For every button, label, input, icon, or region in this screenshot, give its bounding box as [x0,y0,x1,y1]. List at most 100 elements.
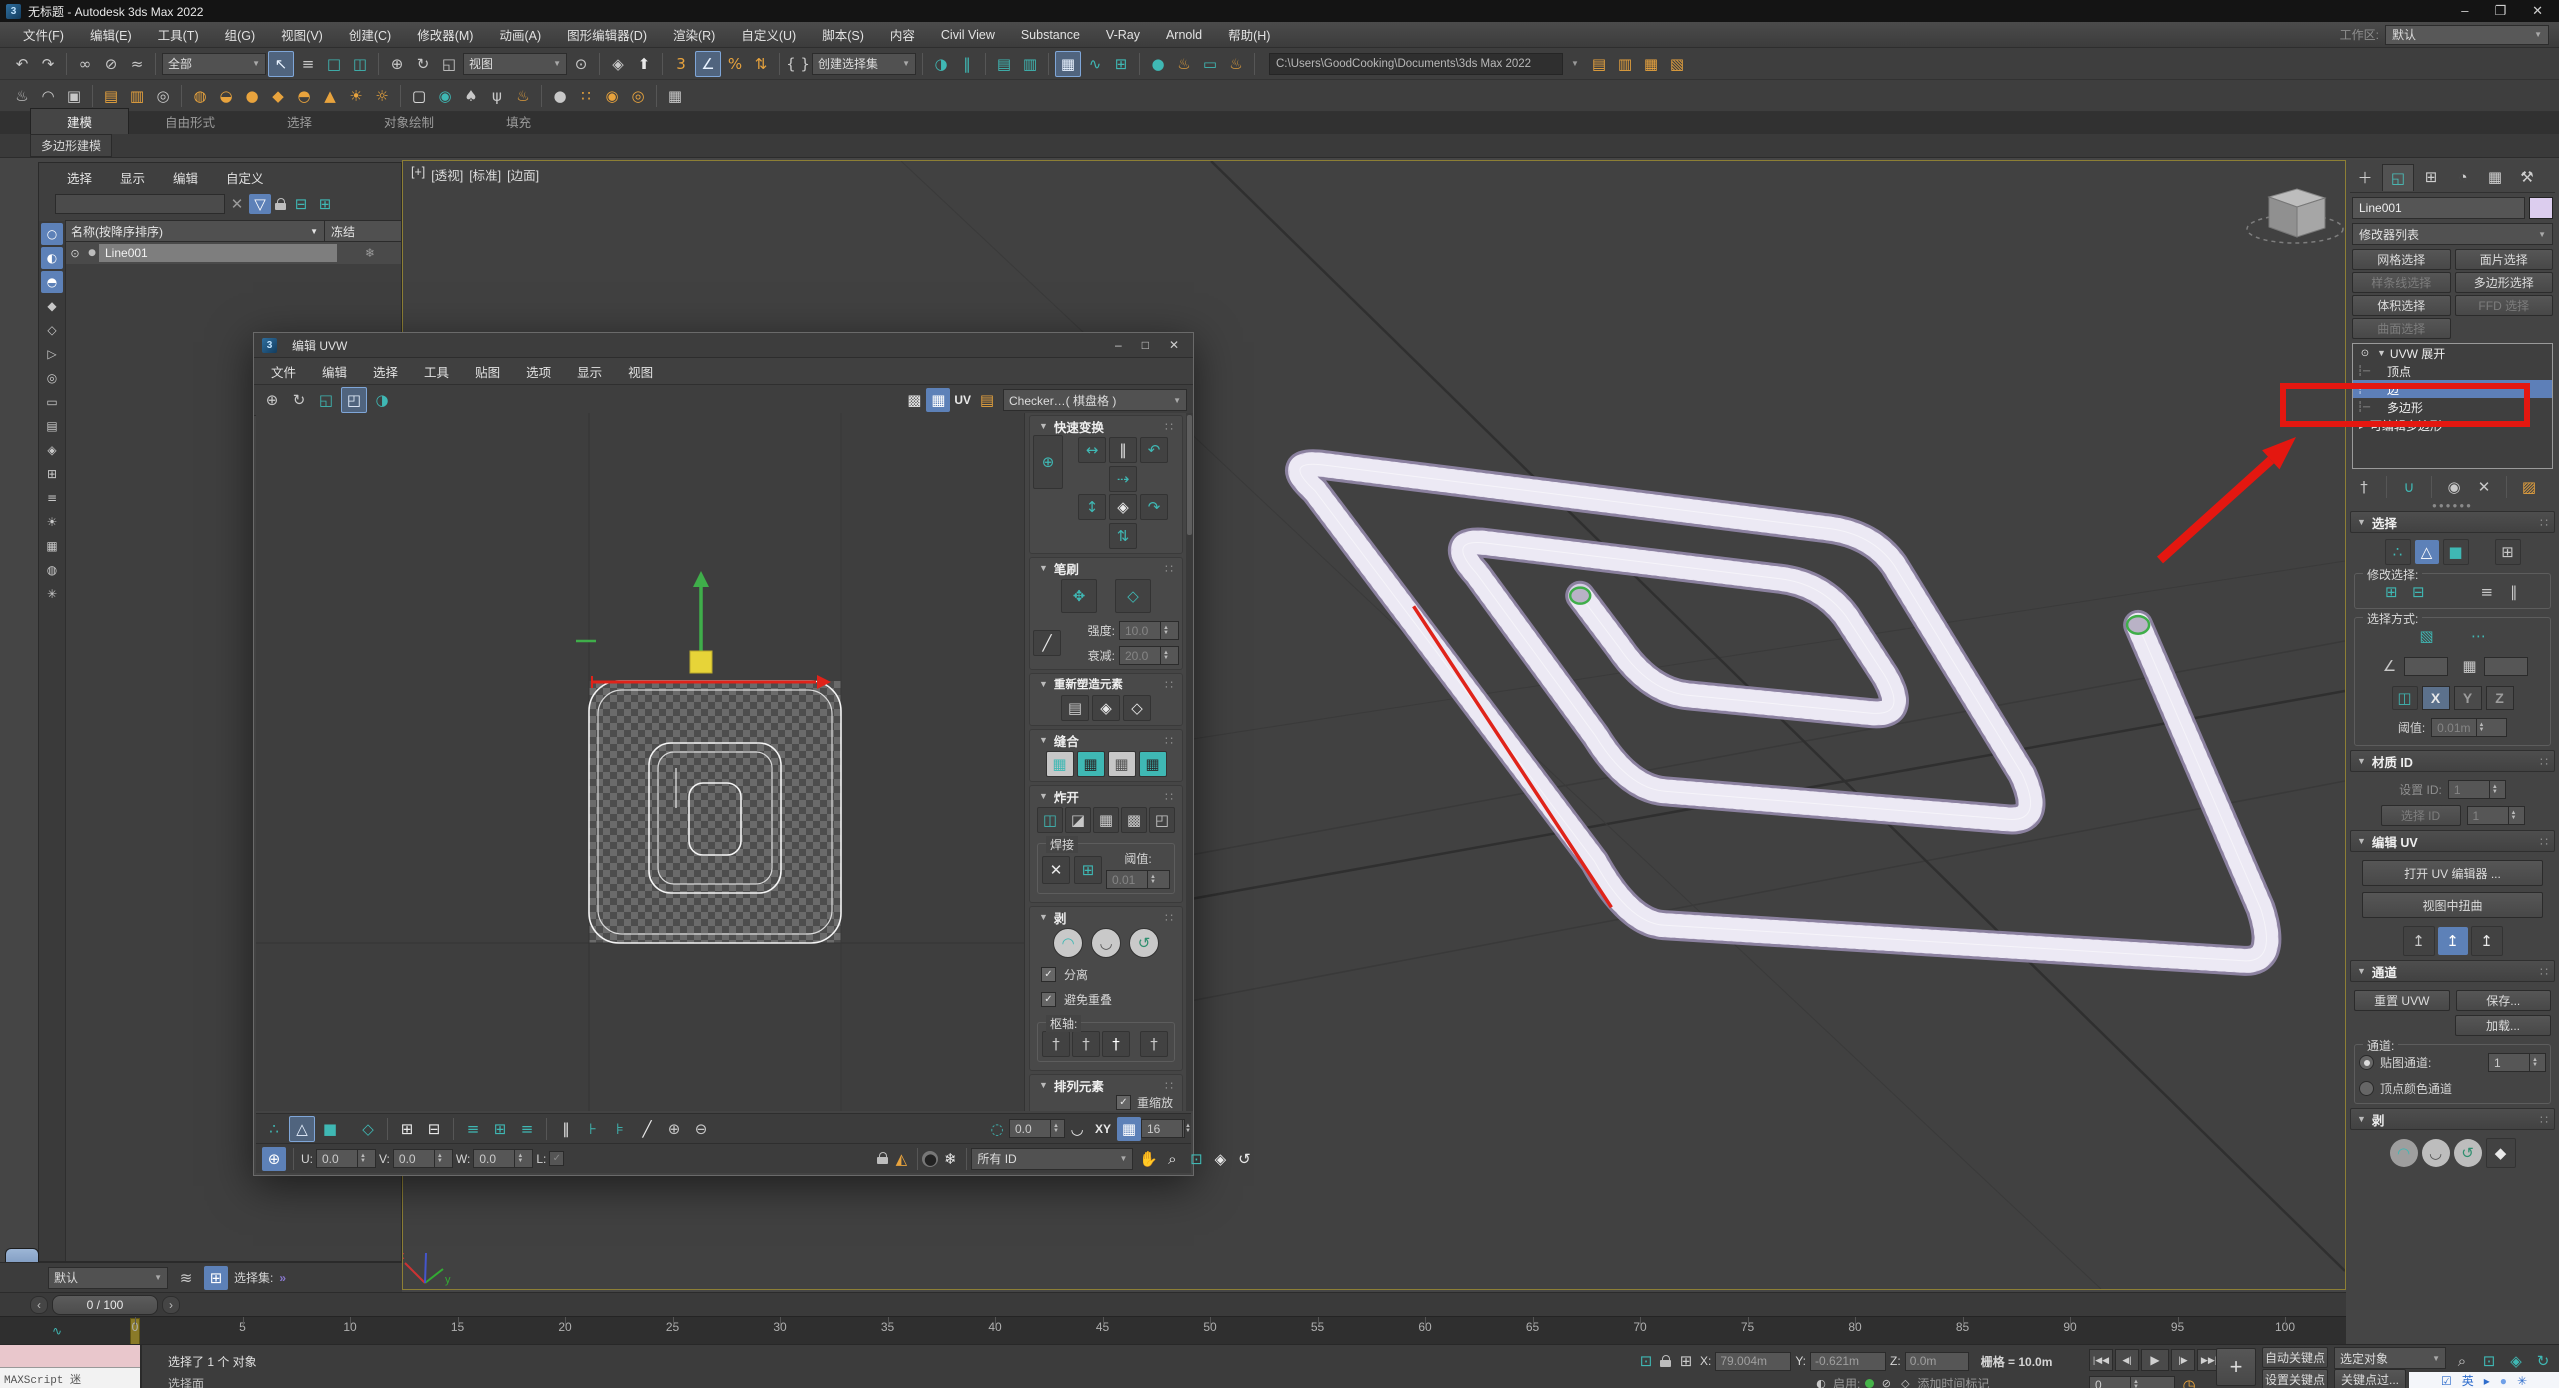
spinner-snap-icon[interactable]: ⇅ [749,52,773,76]
teapot-helper-icon[interactable]: ♨ [10,84,34,108]
select-and-move-icon[interactable]: ⊕ [385,52,409,76]
u-spinner[interactable]: 0.0 ▲ ▼ [316,1149,376,1168]
rendered-frame-window-icon[interactable]: ▭ [1198,52,1222,76]
orange-ball-icon[interactable]: ◉ [600,84,624,108]
section-explode[interactable]: ▼ 炸开 ∷ [1033,787,1179,805]
space-horizontal-icon[interactable]: ⇢ [1109,466,1137,492]
soft-selection-spinner[interactable]: 0.0 ▲ ▼ [1008,1119,1065,1138]
key-filters-button[interactable]: 关键点过... [2334,1369,2406,1388]
reference-coordinate-dropdown[interactable]: 视图 ▼ [463,52,567,75]
dialog-maximize-icon[interactable]: □ [1142,338,1149,352]
weld-all-icon[interactable]: ⊞ [1074,855,1102,884]
dialog-menu-item[interactable]: 工具 [411,362,462,381]
dialog-close-icon[interactable]: ✕ [1169,338,1179,352]
frame-spinner[interactable]: 0 ▲ ▼ [2089,1375,2175,1388]
filter-selected-faces-icon[interactable]: ◭ [889,1147,913,1171]
prev-frame-arrow[interactable]: ‹ [30,1295,48,1314]
rollout-channel[interactable]: ▼ 通道 ∷ [2350,960,2555,982]
menu-item[interactable]: 渲染(R) [660,25,728,44]
prev-key-icon[interactable]: ◀| [2115,1349,2139,1371]
absolute-offset-icon[interactable]: ⊞ [1676,1351,1696,1371]
display-xrefs-icon[interactable]: ▤ [41,415,63,437]
time-slider[interactable]: 0 / 100 [52,1294,158,1315]
quick-transform-icon[interactable]: ↥ [2470,926,2503,956]
sphere-light-icon[interactable]: ● [240,84,264,108]
ribbon-tab-填充[interactable]: 填充 [470,109,567,134]
axis-x-button[interactable]: X [2421,686,2450,710]
rollout-edit-uv[interactable]: ▼ 编辑 UV ∷ [2350,830,2555,852]
flatten-by-smoothing-icon[interactable]: ▦ [1093,807,1119,833]
dialog-menu-item[interactable]: 文件 [258,362,309,381]
zoom-all-icon[interactable]: ⊡ [2477,1349,2501,1373]
paint-select-plus-icon[interactable]: ⊦ [581,1117,605,1141]
menu-item[interactable]: 图形编辑器(D) [554,25,660,44]
track-bar[interactable]: ∿ 0 5 10 15 20 25 30 35 40 45 50 55 60 65 70 75 80 85 90 95… [0,1316,2346,1345]
restore-button[interactable]: ❐ [2494,3,2506,19]
ime-checkbox-icon[interactable]: ☑ [2441,1374,2452,1388]
rollout-material-id[interactable]: ▼ 材质 ID ∷ [2350,750,2555,772]
tab-display-icon[interactable]: ▦ [2480,164,2510,190]
tweak-in-view-button[interactable]: 视图中扭曲 [2362,892,2543,918]
blue-boxes-icon[interactable]: ▦ [663,84,687,108]
uv-face-mode-icon[interactable]: ■ [318,1117,342,1141]
brush-grow-icon[interactable]: ⊕ [662,1117,686,1141]
name-column-header[interactable]: 名称(按降序排序) ▼ [65,221,324,241]
uv-move-icon[interactable]: ⊕ [260,388,284,412]
axis-y-button[interactable]: Y [2453,686,2482,710]
project-folder-field[interactable]: C:\Users\GoodCooking\Documents\3ds Max 2… [1269,52,1563,75]
menu-item[interactable]: 视图(V) [268,25,336,44]
rollout-selection[interactable]: ▼ 选择 ∷ [2350,511,2555,533]
edge-subobject-icon[interactable]: △ [2414,540,2439,564]
uv-vertex-mode-icon[interactable]: ∴ [262,1117,286,1141]
shrink-selection-icon[interactable]: ⊟ [2406,580,2430,604]
object-name-field[interactable]: Line001 [2352,197,2525,219]
grow-selection-icon[interactable]: ⊞ [2379,580,2403,604]
z-coord-field[interactable]: 0.0m [1904,1351,1969,1371]
workspace-scroll-3-icon[interactable]: ▦ [1639,52,1663,76]
viewcube[interactable] [2246,188,2344,244]
next-key-icon[interactable]: |▶ [2171,1349,2195,1371]
reshape-auto-icon[interactable]: ◈ [1092,695,1120,721]
polygon-subobject-icon[interactable]: ■ [2442,539,2469,565]
panel-scrollbar[interactable] [1186,413,1193,1111]
section-quick-transform[interactable]: ▼ 快速变换 ∷ [1033,417,1179,435]
pivot-auto-icon[interactable]: † [1102,1031,1130,1057]
display-shapes-icon[interactable]: ◓ [41,271,63,293]
star-burst-icon[interactable]: ☼ [370,84,394,108]
select-id-button[interactable]: 选择 ID [2380,805,2461,826]
uv-element-mode-icon[interactable]: ◇ [356,1117,380,1141]
align-icon[interactable]: ‖ [955,52,979,76]
mute-icon[interactable]: ◐ [1814,1377,1828,1388]
orbit-icon[interactable]: ↻ [2531,1349,2555,1373]
eye-icon[interactable]: ⊙ [65,241,85,265]
named-selection-sets-dropdown[interactable]: 创建选择集 ▼ [812,52,916,75]
zoom-extents-selected-icon[interactable]: ◈ [1208,1147,1232,1171]
menu-item[interactable]: V-Ray [1093,28,1153,42]
loop-extend-icon[interactable]: ≡ [461,1117,485,1141]
display-bones-icon[interactable]: ◈ [41,439,63,461]
stitch-to-source-icon[interactable]: ▦ [1138,751,1167,777]
select-object-icon[interactable]: ↖ [268,50,294,77]
filter-icon[interactable]: ▽ [249,194,271,214]
map-channel-spinner[interactable]: 1 ▲ ▼ [2488,1053,2546,1072]
brush-falloff-spinner[interactable]: 20.0 ▲ ▼ [1119,646,1179,665]
peel-mode-icon[interactable]: ◡ [2421,1139,2450,1167]
threshold-spinner[interactable]: 0.01m ▲ ▼ [2431,718,2508,737]
ribbon-tab-建模[interactable]: 建模 [30,108,130,134]
uv-freeform-icon[interactable]: ◰ [341,387,367,413]
reset-uvw-button[interactable]: 重置 UVW [2354,990,2450,1011]
render-setup-icon[interactable]: ♨ [1172,52,1196,76]
dialog-title-bar[interactable]: 3 编辑 UVW – □ ✕ [254,333,1193,358]
mirror-icon[interactable]: ◑ [929,52,953,76]
display-lights-icon[interactable]: ◆ [41,295,63,317]
play-icon[interactable]: ▶ [2141,1349,2169,1371]
toggle-layer-explorer-icon[interactable]: ▥ [1018,52,1042,76]
weld-threshold-spinner[interactable]: 0.01 ▲ ▼ [1106,870,1170,889]
visibility-eye-icon[interactable]: ⊙ [2357,341,2373,365]
checker-map-dropdown[interactable]: Checker…( 棋盘格 ) ▼ [1003,389,1187,411]
menu-item[interactable]: 组(G) [212,25,269,44]
ball-pour-icon[interactable]: ◎ [626,84,650,108]
sphere-cluster-icon[interactable]: ∷ [574,84,598,108]
lock-aspect-checkbox[interactable]: ✓ [549,1151,565,1166]
ribbon-tab-自由形式[interactable]: 自由形式 [129,109,251,134]
